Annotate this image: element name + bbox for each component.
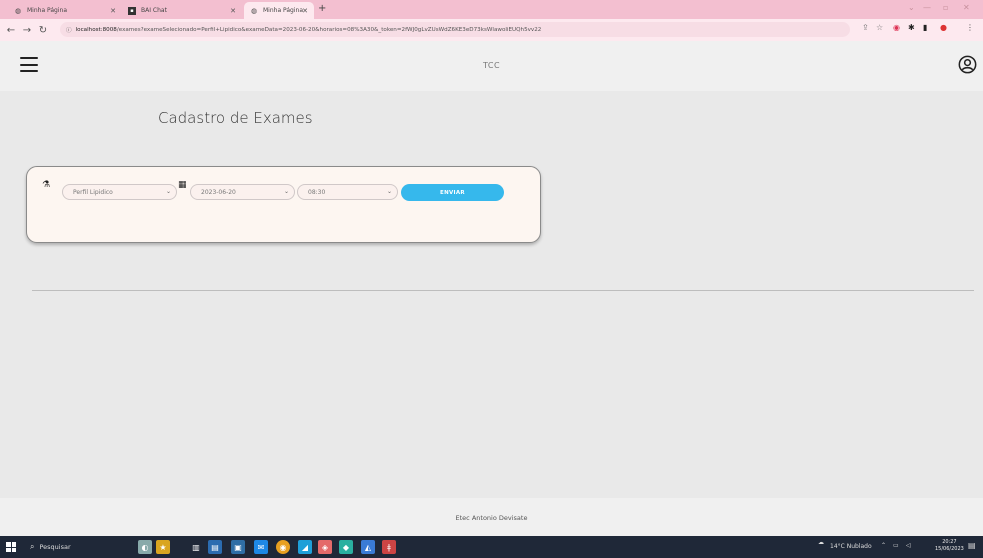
chat-icon: ▪ — [128, 6, 136, 15]
user-profile-icon[interactable] — [958, 55, 977, 74]
url-input[interactable]: ⓘ localhost:8008 /exames?exameSelecionad… — [60, 22, 850, 37]
date-select-value: 2023-06-20 — [201, 188, 236, 196]
menu-dots-icon[interactable]: ⋮ — [966, 23, 974, 32]
puzzle-icon[interactable]: ✱ — [908, 23, 915, 32]
store-icon[interactable]: ▤ — [208, 540, 222, 554]
exam-select-value: Perfil Lipidico — [73, 188, 113, 196]
chrome-icon[interactable]: ◉ — [276, 540, 290, 554]
lab-tubes-icon: ⚗ — [42, 180, 51, 190]
url-path: /exames?exameSelecionado=Perfil+Lipidico… — [116, 26, 542, 33]
extension-icon[interactable]: ◉ — [893, 23, 900, 32]
clock-date: 15/06/2023 — [935, 546, 964, 552]
app-icon[interactable]: ◈ — [318, 540, 332, 554]
exam-form-card: ⚗ Perfil Lipidico ⌄ ▦ 2023-06-20 ⌄ 08:30… — [26, 166, 541, 243]
main-content: Cadastro de Exames ⚗ Perfil Lipidico ⌄ ▦… — [0, 91, 983, 498]
close-window-icon[interactable]: ✕ — [963, 3, 970, 12]
task-view-icon[interactable]: ▥ — [189, 540, 203, 554]
taskbar-search[interactable]: ⌕ Pesquisar — [30, 540, 130, 554]
browser-tab[interactable]: ▪ BAI Chat ✕ — [122, 2, 242, 19]
close-icon[interactable]: ✕ — [302, 7, 308, 15]
page-footer: Etec Antonio Devisate — [0, 498, 983, 536]
chevron-down-icon: ⌄ — [386, 188, 392, 195]
cloud-icon: ☁ — [818, 539, 824, 546]
chevron-down-icon[interactable]: ⌄ — [908, 3, 915, 12]
address-bar: ← → ↻ ⓘ localhost:8008 /exames?exameSele… — [0, 19, 983, 41]
cortana-icon[interactable]: ◐ — [138, 540, 152, 554]
chevron-down-icon: ⌄ — [165, 188, 171, 195]
clock[interactable]: 20:27 15/06/2023 — [935, 539, 964, 553]
date-select[interactable]: 2023-06-20 ⌄ — [190, 184, 295, 200]
file-explorer-icon[interactable]: ▣ — [231, 540, 245, 554]
globe-icon: ◍ — [14, 6, 22, 15]
clock-time: 20:27 — [942, 539, 957, 545]
page-title: Cadastro de Exames — [158, 109, 313, 127]
browser-tab-bar: ◍ Minha Página ✕ ▪ BAI Chat ✕ ◍ Minha Pá… — [0, 0, 983, 19]
restore-icon[interactable]: ▫ — [943, 3, 948, 12]
browser-tab-active[interactable]: ◍ Minha Página ✕ — [244, 2, 314, 19]
mail-icon[interactable]: ✉ — [254, 540, 268, 554]
app-icon[interactable]: ◆ — [339, 540, 353, 554]
reload-icon[interactable]: ↻ — [36, 25, 50, 36]
submit-button[interactable]: ENVIAR — [401, 184, 504, 201]
time-select-value: 08:30 — [308, 188, 326, 196]
chevron-up-icon[interactable]: ⌃ — [881, 542, 886, 549]
divider — [32, 290, 974, 291]
speaker-icon[interactable]: ◁ — [906, 542, 911, 549]
tab-title: BAI Chat — [141, 7, 167, 14]
network-icon[interactable]: ▭ — [893, 542, 899, 549]
time-select[interactable]: 08:30 ⌄ — [297, 184, 398, 200]
info-icon: ⓘ — [66, 27, 72, 34]
tab-title: Minha Página — [27, 7, 68, 14]
minimize-icon[interactable]: — — [923, 3, 931, 12]
star-icon[interactable]: ☆ — [876, 23, 883, 32]
profile-avatar-icon[interactable]: ● — [940, 23, 947, 32]
windows-taskbar: ⌕ Pesquisar ◐ ★ ▥ ▤ ▣ ✉ ◉ ◢ ◈ ◆ ◭ ǂ ☁ 14… — [0, 536, 983, 558]
close-icon[interactable]: ✕ — [230, 7, 236, 15]
app-header: TCC — [0, 41, 983, 91]
back-arrow-icon[interactable]: ← — [4, 25, 18, 36]
notification-icon[interactable]: ▤ — [968, 541, 976, 550]
app-title: TCC — [482, 61, 501, 70]
new-tab-button[interactable]: + — [318, 3, 326, 14]
search-icon: ⌕ — [30, 542, 35, 551]
chevron-down-icon: ⌄ — [283, 188, 289, 195]
windows-start-icon[interactable] — [6, 542, 16, 552]
share-icon[interactable]: ⇪ — [862, 23, 869, 32]
forward-arrow-icon[interactable]: → — [20, 25, 34, 36]
browser-tab[interactable]: ◍ Minha Página ✕ — [8, 2, 122, 19]
weather-text[interactable]: 14°C Nublado — [830, 543, 872, 550]
vscode-icon[interactable]: ◢ — [298, 540, 312, 554]
globe-icon: ◍ — [250, 6, 258, 15]
exam-select[interactable]: Perfil Lipidico ⌄ — [62, 184, 177, 200]
calendar-icon: ▦ — [178, 180, 187, 190]
close-icon[interactable]: ✕ — [110, 7, 116, 15]
app-icon[interactable]: ◭ — [361, 540, 375, 554]
sidebar-icon[interactable]: ▮ — [923, 23, 927, 32]
taskbar-search-placeholder: Pesquisar — [39, 543, 71, 551]
url-host: localhost:8008 — [75, 26, 117, 33]
footer-text: Etec Antonio Devisate — [455, 514, 528, 522]
tab-title: Minha Página — [263, 7, 304, 14]
widgets-icon[interactable]: ★ — [156, 540, 170, 554]
app-icon[interactable]: ǂ — [382, 540, 396, 554]
